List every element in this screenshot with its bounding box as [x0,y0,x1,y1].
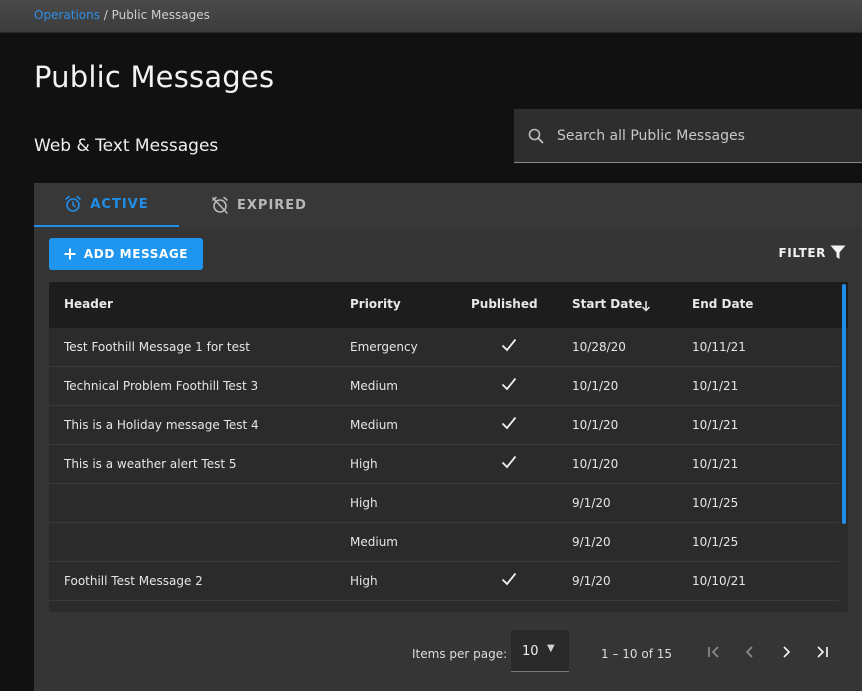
pagination: Items per page: 10 ▼ 1 – 10 of 15 [34,623,862,681]
cell-priority: Medium [350,535,398,549]
cell-start-date: 9/1/20 [572,574,611,588]
checkmark-icon [501,377,517,391]
breadcrumb: Operations / Public Messages [34,8,210,22]
cell-end-date: 10/10/21 [692,574,746,588]
tab-active[interactable]: ACTIVE [34,183,179,227]
cell-start-date: 9/1/20 [572,496,611,510]
cell-priority: Emergency [350,340,418,354]
cell-start-date: 9/1/20 [572,535,611,549]
search-box[interactable] [514,109,862,163]
previous-page-button[interactable] [736,639,764,665]
first-page-icon [708,646,719,658]
table-row[interactable]: Medium 9/1/20 10/1/25 [49,523,839,562]
column-header-published[interactable]: Published [471,297,538,311]
table-row[interactable]: Test Foothill Message 1 for test Emergenc… [49,328,839,367]
cell-priority: High [350,574,378,588]
filter-label: FILTER [778,245,826,260]
chevron-left-icon [745,646,753,658]
search-input[interactable] [557,109,847,163]
top-bar: Operations / Public Messages [0,0,862,33]
cell-start-date: 10/1/20 [572,418,619,432]
cell-end-date: 10/1/25 [692,496,739,510]
cell-header: This is a weather alert Test 5 [64,457,237,471]
column-header-priority[interactable]: Priority [350,297,401,311]
checkmark-icon [501,455,517,469]
table-row[interactable]: Foothill Test Message 2 High 9/1/20 10/10/2… [49,562,839,601]
alarm-off-icon [212,196,228,214]
cell-priority: High [350,457,378,471]
breadcrumb-current: Public Messages [111,8,210,22]
caret-down-icon: ▼ [547,643,555,654]
cell-header: Test Foothill Message 1 for test [64,340,250,354]
cell-header: Foothill Test Message 2 [64,574,203,588]
items-per-page-label: Items per page: [412,647,508,661]
table-row[interactable]: This is a Holiday message Test 4 Medium 10… [49,406,839,445]
cell-start-date: 10/1/20 [572,379,619,393]
page-range-label: 1 – 10 of 15 [601,647,672,661]
column-header-header[interactable]: Header [64,297,113,311]
tab-expired-label: EXPIRED [237,197,307,213]
column-header-end-date[interactable]: End Date [692,297,753,311]
table-row[interactable]: This is a weather alert Test 5 High 10/1/2… [49,445,839,484]
tab-expired[interactable]: EXPIRED [194,183,324,227]
cell-header: Technical Problem Foothill Test 3 [64,379,259,393]
cell-priority: Medium [350,418,398,432]
page-title: Public Messages [34,60,275,94]
checkmark-icon [501,416,517,430]
cell-start-date: 10/1/20 [572,457,619,471]
first-page-button[interactable] [700,639,728,665]
cell-end-date: 10/1/25 [692,535,739,549]
cell-end-date: 10/1/21 [692,457,739,471]
cell-header: This is a Holiday message Test 4 [64,418,259,432]
breadcrumb-separator: / [99,8,112,22]
funnel-icon [830,245,846,259]
items-per-page-value: 10 [522,644,539,659]
checkmark-icon [501,572,517,586]
search-icon [528,128,544,144]
cell-start-date: 10/28/20 [572,340,626,354]
tab-active-label: ACTIVE [90,196,149,212]
plus-icon [64,248,76,260]
add-message-label: ADD MESSAGE [83,247,189,261]
sort-arrow-down-icon[interactable] [641,300,651,312]
last-page-icon [817,646,828,658]
checkmark-icon [501,338,517,352]
table-row[interactable]: Technical Problem Foothill Test 3 Medium 1… [49,367,839,406]
cell-end-date: 10/1/21 [692,379,739,393]
filter-button[interactable]: FILTER [778,245,846,260]
tab-bar: ACTIVE EXPIRED [34,183,862,227]
chevron-right-icon [783,646,791,658]
add-message-button[interactable]: ADD MESSAGE [49,238,203,270]
section-title: Web & Text Messages [34,136,219,156]
next-page-button[interactable] [772,639,800,665]
table-header: Header Priority Published Start Date End… [49,282,848,328]
items-per-page-select[interactable]: 10 ▼ [511,630,569,672]
cell-priority: High [350,496,378,510]
table-scrollbar[interactable] [842,284,846,524]
cell-end-date: 10/1/21 [692,418,739,432]
table-row[interactable]: High 9/1/20 10/1/25 [49,484,839,523]
breadcrumb-link-operations[interactable]: Operations [34,8,100,22]
last-page-button[interactable] [808,639,836,665]
cell-priority: Medium [350,379,398,393]
column-header-start-date[interactable]: Start Date [572,297,642,311]
cell-end-date: 10/11/21 [692,340,746,354]
messages-table: Header Priority Published Start Date End… [49,282,848,612]
messages-card: ACTIVE EXPIRED ADD MESSAGE FILTER Header… [34,183,862,691]
alarm-clock-icon [65,195,82,212]
